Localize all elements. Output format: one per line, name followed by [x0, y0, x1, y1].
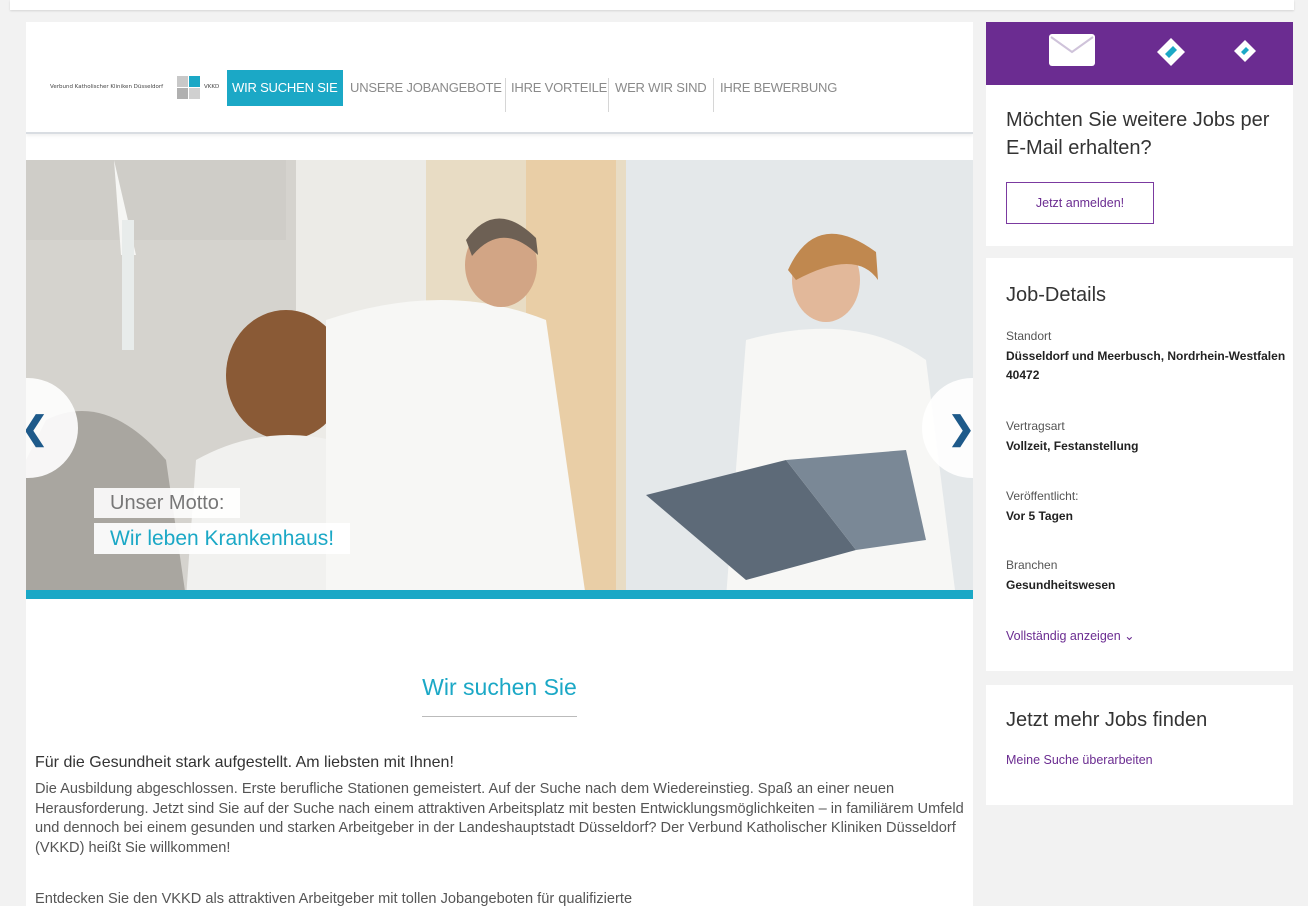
- logo-mark: [177, 76, 201, 100]
- top-strip: [10, 0, 1294, 10]
- logo-abbr: VKKD: [204, 84, 220, 90]
- nav-item-wer-wir-sind[interactable]: WER WIR SIND: [611, 70, 710, 106]
- more-jobs-title: Jetzt mehr Jobs finden: [1006, 709, 1208, 731]
- refine-search-link[interactable]: Meine Suche überarbeiten: [1006, 753, 1153, 767]
- logo-text: Verbund Katholischer Kliniken Düsseldorf: [50, 84, 164, 90]
- subscribe-button[interactable]: Jetzt anmelden!: [1006, 182, 1154, 224]
- motto-line-1: Unser Motto:: [94, 488, 241, 518]
- hero-accent-bar: [26, 590, 973, 599]
- nav-divider: [505, 78, 506, 112]
- job-details-title: Job-Details: [1006, 284, 1107, 306]
- nav-divider: [608, 78, 609, 112]
- chevron-right-icon: ❯: [948, 410, 973, 446]
- hero-image: ❮ ❯ Unser Motto: Wir leben Krankenhaus!: [26, 160, 973, 598]
- tag-icon[interactable]: [1156, 37, 1186, 67]
- show-more-link[interactable]: Vollständig anzeigen ⌄: [1006, 628, 1135, 643]
- logo[interactable]: Verbund Katholischer Kliniken Düsseldorf…: [50, 76, 226, 102]
- mail-icon[interactable]: [1049, 34, 1095, 66]
- second-paragraph: Entdecken Sie den VKKD als attraktiven A…: [35, 891, 633, 906]
- job-details-card: Job-Details Standort Düsseldorf und Meer…: [986, 258, 1293, 671]
- main-content: Verbund Katholischer Kliniken Düsseldorf…: [26, 22, 973, 906]
- motto-line-2: Wir leben Krankenhaus!: [94, 523, 351, 554]
- title-divider: [422, 716, 577, 717]
- job-alert-title: Möchten Sie weitere Jobs per E-Mail erha…: [1006, 109, 1270, 159]
- nav-item-jobangebote[interactable]: UNSERE JOBANGEBOTE: [346, 70, 506, 106]
- chevron-left-icon: ❮: [26, 410, 48, 446]
- job-alert-card: Möchten Sie weitere Jobs per E-Mail erha…: [986, 22, 1293, 246]
- published-value: Vor 5 Tagen: [1006, 509, 1073, 523]
- tag-icon[interactable]: [1233, 39, 1257, 63]
- location-label: Standort: [1006, 329, 1052, 343]
- share-bar: [986, 22, 1293, 85]
- nav-item-wir-suchen-sie[interactable]: WIR SUCHEN SIE: [227, 70, 343, 106]
- more-jobs-card: Jetzt mehr Jobs finden Meine Suche übera…: [986, 685, 1293, 805]
- nav-item-bewerbung[interactable]: IHRE BEWERBUNG: [716, 70, 841, 106]
- industry-label: Branchen: [1006, 558, 1058, 572]
- site-nav: Verbund Katholischer Kliniken Düsseldorf…: [26, 22, 973, 134]
- industry-value: Gesundheitswesen: [1006, 578, 1116, 592]
- contract-label: Vertragsart: [1006, 419, 1065, 433]
- published-label: Veröffentlicht:: [1006, 489, 1079, 503]
- nav-item-vorteile[interactable]: IHRE VORTEILE: [507, 70, 611, 106]
- intro-paragraph: Die Ausbildung abgeschlossen. Erste beru…: [35, 781, 964, 856]
- contract-value: Vollzeit, Festanstellung: [1006, 439, 1139, 453]
- nav-divider: [713, 78, 714, 112]
- location-value: Düsseldorf und Meerbusch, Nordrhein-West…: [1006, 349, 1286, 382]
- section-subhead: Für die Gesundheit stark aufgestellt. Am…: [35, 754, 454, 771]
- section-title: Wir suchen Sie: [422, 674, 577, 700]
